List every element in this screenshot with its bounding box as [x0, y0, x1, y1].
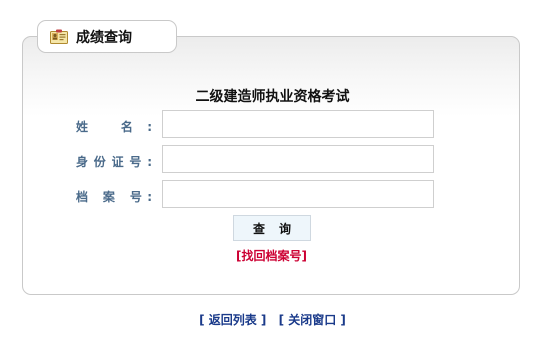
- footer-links: [ 返回列表 ] [ 关闭窗口 ]: [0, 311, 541, 328]
- panel-tab: 成绩查询: [37, 20, 177, 53]
- tab-title: 成绩查询: [76, 29, 132, 46]
- recover-file-number-link[interactable]: [找回档案号]: [236, 249, 307, 263]
- name-input[interactable]: [162, 110, 434, 138]
- id-number-label: 身份证号:: [76, 153, 152, 170]
- query-button[interactable]: 查询: [233, 215, 311, 241]
- recover-file-number-row: [找回档案号]: [0, 247, 541, 264]
- id-number-input[interactable]: [162, 145, 434, 173]
- id-card-icon: [50, 29, 68, 45]
- back-to-list-link[interactable]: [ 返回列表 ]: [199, 313, 266, 327]
- file-number-label: 档 案 号:: [76, 188, 152, 205]
- close-window-link[interactable]: [ 关闭窗口 ]: [279, 313, 346, 327]
- file-number-label-text: 档 案 号:: [76, 190, 152, 204]
- score-query-page: 成绩查询 二级建造师执业资格考试 姓 名: 身份证号: 档 案 号: 查询 [找…: [0, 0, 541, 351]
- file-number-input[interactable]: [162, 180, 434, 208]
- name-label: 姓 名:: [76, 118, 152, 135]
- id-number-label-text: 身份证号:: [76, 155, 152, 169]
- name-label-text: 姓 名:: [76, 120, 152, 134]
- form-title: 二级建造师执业资格考试: [195, 89, 350, 105]
